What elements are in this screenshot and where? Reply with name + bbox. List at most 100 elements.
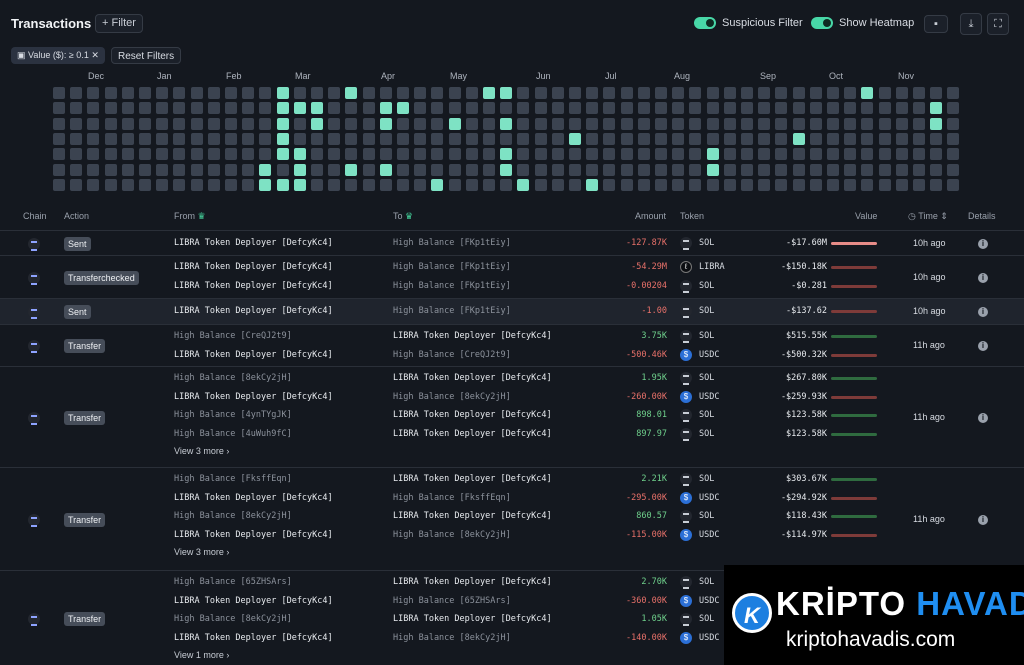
heatmap-cell[interactable]	[173, 117, 186, 130]
heatmap-cell[interactable]	[293, 178, 306, 191]
heatmap-cell[interactable]	[569, 163, 581, 176]
heatmap-cell[interactable]	[225, 117, 237, 130]
heatmap-cell[interactable]	[741, 87, 753, 99]
heatmap-cell[interactable]	[895, 117, 908, 130]
heatmap-cell[interactable]	[311, 117, 323, 130]
heatmap-cell[interactable]	[534, 148, 547, 161]
heatmap-cell[interactable]	[121, 102, 134, 115]
heatmap-cell[interactable]	[913, 132, 925, 145]
heatmap-cell[interactable]	[827, 102, 839, 115]
heatmap-cell[interactable]	[465, 102, 478, 115]
heatmap-cell[interactable]	[311, 132, 323, 145]
heatmap-cell[interactable]	[706, 132, 719, 145]
heatmap-cell[interactable]	[293, 117, 306, 130]
heatmap-cell[interactable]	[311, 102, 323, 115]
heatmap-cell[interactable]	[603, 117, 616, 130]
heatmap-cell[interactable]	[293, 148, 306, 161]
heatmap-cell[interactable]	[242, 87, 255, 99]
heatmap-cell[interactable]	[345, 148, 358, 161]
heatmap-cell[interactable]	[431, 148, 444, 161]
view-more-link[interactable]: View 1 more ›	[174, 650, 229, 660]
heatmap-cell[interactable]	[655, 117, 667, 130]
heatmap-cell[interactable]	[758, 163, 771, 176]
heatmap-cell[interactable]	[603, 102, 616, 115]
heatmap-cell[interactable]	[225, 102, 237, 115]
heatmap-cell[interactable]	[414, 132, 427, 145]
heatmap-cell[interactable]	[672, 102, 685, 115]
heatmap-cell[interactable]	[70, 163, 83, 176]
heatmap-cell[interactable]	[672, 178, 685, 191]
heatmap-cell[interactable]	[741, 132, 753, 145]
heatmap-cell[interactable]	[104, 87, 117, 99]
from-address-link[interactable]: LIBRA Token Deployer [DefcyKc4]	[174, 262, 333, 272]
heatmap-cell[interactable]	[930, 148, 943, 161]
from-address-link[interactable]: LIBRA Token Deployer [DefcyKc4]	[174, 596, 333, 606]
heatmap-cell[interactable]	[792, 87, 805, 99]
heatmap-cell[interactable]	[225, 87, 237, 99]
heatmap-cell[interactable]	[311, 163, 323, 176]
from-address-link[interactable]: High Balance [CreQJ2t9]	[174, 331, 292, 341]
heatmap-cell[interactable]	[689, 148, 702, 161]
info-icon[interactable]: i	[978, 341, 988, 351]
heatmap-cell[interactable]	[878, 132, 891, 145]
transaction-group[interactable]: Transfer 11h ago i High Balance [FksffEqn] L…	[0, 467, 1024, 570]
heatmap-cell[interactable]	[500, 102, 513, 115]
heatmap-cell[interactable]	[483, 117, 495, 130]
heatmap-cell[interactable]	[121, 148, 134, 161]
heatmap-cell[interactable]	[844, 163, 857, 176]
heatmap-cell[interactable]	[53, 87, 65, 99]
heatmap-cell[interactable]	[844, 102, 857, 115]
heatmap-cell[interactable]	[500, 148, 513, 161]
heatmap-cell[interactable]	[723, 117, 736, 130]
heatmap-cell[interactable]	[483, 148, 495, 161]
heatmap-cell[interactable]	[207, 132, 220, 145]
heatmap-cell[interactable]	[861, 132, 874, 145]
view-more-link[interactable]: View 3 more ›	[174, 446, 229, 456]
heatmap-cell[interactable]	[913, 87, 925, 99]
heatmap-cell[interactable]	[397, 87, 409, 99]
heatmap-cell[interactable]	[672, 148, 685, 161]
heatmap-cell[interactable]	[345, 102, 358, 115]
heatmap-cell[interactable]	[379, 163, 392, 176]
heatmap-cell[interactable]	[328, 132, 341, 145]
heatmap-cell[interactable]	[689, 102, 702, 115]
info-icon[interactable]: i	[978, 413, 988, 423]
heatmap-cell[interactable]	[431, 178, 444, 191]
heatmap-cell[interactable]	[276, 178, 289, 191]
heatmap-cell[interactable]	[311, 178, 323, 191]
from-address-link[interactable]: LIBRA Token Deployer [DefcyKc4]	[174, 493, 333, 503]
heatmap-cell[interactable]	[190, 163, 203, 176]
heatmap-cell[interactable]	[53, 163, 65, 176]
heatmap-cell[interactable]	[156, 117, 169, 130]
heatmap-cell[interactable]	[827, 87, 839, 99]
heatmap-cell[interactable]	[569, 148, 581, 161]
heatmap-cell[interactable]	[53, 148, 65, 161]
heatmap-cell[interactable]	[517, 87, 530, 99]
heatmap-cell[interactable]	[706, 178, 719, 191]
heatmap-cell[interactable]	[225, 163, 237, 176]
heatmap-cell[interactable]	[465, 163, 478, 176]
heatmap-cell[interactable]	[500, 87, 513, 99]
heatmap-cell[interactable]	[362, 102, 375, 115]
heatmap-cell[interactable]	[809, 117, 822, 130]
heatmap-cell[interactable]	[70, 148, 83, 161]
heatmap-cell[interactable]	[551, 148, 564, 161]
heatmap-cell[interactable]	[173, 178, 186, 191]
heatmap-cell[interactable]	[328, 178, 341, 191]
heatmap-cell[interactable]	[655, 163, 667, 176]
download-button[interactable]: ⤓	[960, 13, 982, 35]
heatmap-cell[interactable]	[706, 163, 719, 176]
from-address-link[interactable]: LIBRA Token Deployer [DefcyKc4]	[174, 530, 333, 540]
heatmap-cell[interactable]	[517, 178, 530, 191]
heatmap-cell[interactable]	[173, 163, 186, 176]
from-address-link[interactable]: High Balance [8ekCy2jH]	[174, 511, 292, 521]
transaction-group[interactable]: Transferchecked 10h ago i LIBRA Token Deplo…	[0, 255, 1024, 298]
heatmap-cell[interactable]	[345, 117, 358, 130]
reset-filters-button[interactable]: Reset Filters	[111, 47, 182, 64]
heatmap-cell[interactable]	[379, 132, 392, 145]
heatmap-cell[interactable]	[259, 178, 272, 191]
heatmap-cell[interactable]	[156, 102, 169, 115]
to-address-link[interactable]: High Balance [FKp1tEiy]	[393, 262, 511, 272]
heatmap-cell[interactable]	[190, 132, 203, 145]
heatmap-cell[interactable]	[758, 117, 771, 130]
